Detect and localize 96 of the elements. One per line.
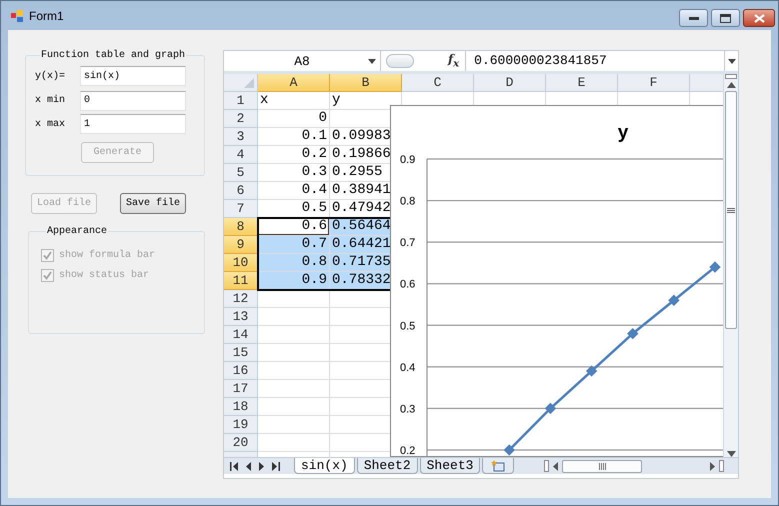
sheet-tab[interactable]: sin(x)	[294, 458, 355, 474]
expand-button[interactable]	[724, 51, 738, 71]
checkbox-label: show status bar	[59, 270, 150, 280]
row-header[interactable]: 12	[224, 290, 258, 308]
grip-icon	[727, 208, 735, 212]
row-header[interactable]: 13	[224, 308, 258, 326]
row-header[interactable]: 16	[224, 362, 258, 380]
y-tick-label: 0.6	[400, 278, 416, 291]
split-handle[interactable]	[544, 460, 550, 472]
table-cell: 0.4	[258, 182, 330, 200]
checkbox-label: show formula bar	[59, 250, 156, 260]
scroll-left-icon[interactable]	[553, 462, 558, 470]
window-title: Form1	[29, 8, 64, 22]
column-header[interactable]: B	[330, 74, 402, 92]
table-cell: 0.5	[258, 200, 330, 218]
row-header[interactable]: 11	[224, 272, 258, 290]
sheet-tab[interactable]: Sheet3	[420, 458, 480, 474]
corner-triangle-icon	[244, 78, 254, 88]
row-header[interactable]: 15	[224, 344, 258, 362]
row-header[interactable]: 9	[224, 236, 258, 254]
row-header[interactable]: 18	[224, 398, 258, 416]
row-header[interactable]: 3	[224, 128, 258, 146]
grip-icon	[598, 462, 606, 470]
row-header[interactable]: 8	[224, 218, 258, 236]
new-sheet-tab[interactable]	[482, 458, 514, 474]
new-sheet-icon	[491, 460, 506, 472]
data-point	[709, 261, 721, 273]
column-header[interactable]: C	[402, 74, 474, 92]
y-tick-label: 0.3	[400, 403, 416, 416]
first-sheet-icon[interactable]	[230, 462, 238, 470]
row-header[interactable]: 2	[224, 110, 258, 128]
table-cell: 0	[258, 110, 330, 128]
y-tick-label: 0.8	[400, 196, 416, 208]
close-button[interactable]	[743, 9, 775, 27]
previous-sheet-icon[interactable]	[246, 462, 251, 470]
name-box[interactable]: A8	[224, 51, 381, 71]
input-field[interactable]: sin(x)	[80, 66, 186, 86]
data-point	[586, 365, 598, 377]
column-header[interactable]: F	[618, 74, 690, 92]
table-cell: 0.2	[258, 146, 330, 164]
chart-title: y	[618, 122, 628, 143]
row-header[interactable]: 17	[224, 380, 258, 398]
input-field[interactable]: 0	[80, 90, 186, 111]
minimize-button[interactable]	[679, 9, 708, 27]
field-label: x min	[35, 95, 66, 106]
y-tick-label: 0.9	[400, 154, 416, 166]
column-header[interactable]: E	[546, 74, 618, 92]
field-label: x max	[35, 118, 66, 130]
data-point	[627, 328, 638, 340]
table-cell: 0.3	[258, 164, 330, 182]
scroll-up-icon[interactable]	[726, 82, 736, 88]
row-header[interactable]: 1	[224, 92, 258, 110]
row-header[interactable]: 6	[224, 182, 258, 200]
column-header[interactable]: A	[258, 74, 330, 92]
y-tick-label: 0.5	[400, 320, 416, 332]
split-handle[interactable]	[719, 460, 724, 472]
caret-icon	[728, 58, 736, 64]
row-header[interactable]: 4	[224, 146, 258, 164]
next-sheet-icon[interactable]	[259, 462, 264, 470]
table-cell: 0.7	[258, 236, 330, 254]
close-icon	[754, 14, 764, 22]
split-handle[interactable]	[725, 74, 737, 79]
table-cell: 0.9	[258, 272, 330, 290]
data-point	[544, 402, 556, 414]
data-point	[668, 294, 680, 306]
input-field[interactable]: 1	[80, 114, 186, 134]
app-icon	[11, 9, 23, 22]
insert-function-button[interactable]: f$_{x}$	[448, 52, 460, 70]
caret-icon[interactable]	[368, 59, 376, 64]
row-header[interactable]: 14	[224, 326, 258, 344]
table-cell: 0.6	[258, 218, 330, 236]
column-header[interactable]: D	[474, 74, 546, 92]
line-chart[interactable]: y 0.2 0.3 0.4 0.5 0.6 0.7 0.8 0.9	[390, 105, 723, 457]
row-header[interactable]: 5	[224, 164, 258, 182]
file-button[interactable]: Save file	[120, 193, 186, 214]
row-header[interactable]: 19	[224, 416, 258, 434]
row-header[interactable]: 20	[224, 434, 258, 452]
data-point	[504, 444, 515, 456]
group-title: Appearance	[46, 226, 108, 237]
scroll-right-icon[interactable]	[710, 462, 715, 470]
y-tick-label: 0.7	[400, 237, 416, 250]
table-cell: 0.1	[258, 128, 330, 146]
table-cell: 0.8	[258, 254, 330, 272]
minimize-icon	[688, 16, 698, 20]
row-header[interactable]: 10	[224, 254, 258, 272]
vertical-scrollbar[interactable]	[723, 74, 738, 457]
row-header[interactable]: 7	[224, 200, 258, 218]
maximize-icon	[720, 14, 731, 22]
last-sheet-icon[interactable]	[272, 462, 280, 470]
maximize-button[interactable]	[711, 9, 740, 27]
group-title: Function table and graph	[40, 50, 186, 61]
y-tick-label: 0.2	[400, 445, 416, 456]
sheet-tab[interactable]: Sheet2	[356, 458, 418, 474]
y-tick-label: 0.4	[400, 362, 416, 374]
field-label: y(x)=	[35, 70, 66, 82]
table-cell: x	[258, 92, 330, 110]
